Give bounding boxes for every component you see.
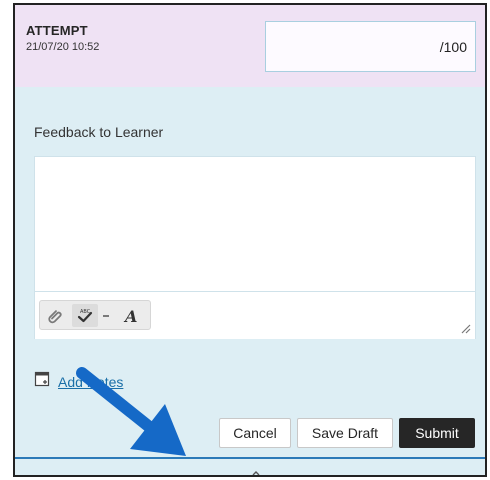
text-format-icon[interactable]: A [118,304,144,327]
editor-button-group: ABC A [39,300,151,330]
attempt-header: ATTEMPT 21/07/20 10:52 /100 [15,5,485,87]
grade-input[interactable]: /100 [265,21,476,72]
submit-button[interactable]: Submit [399,418,475,448]
feedback-editor: ABC A [34,156,476,339]
attempt-datetime: 21/07/20 10:52 [26,41,100,53]
attempt-title: ATTEMPT [26,23,88,38]
feedback-textarea[interactable] [35,157,475,292]
cancel-button[interactable]: Cancel [219,418,291,448]
add-notes-link[interactable]: Add Notes [58,374,123,390]
feedback-label: Feedback to Learner [34,124,164,140]
panel-collapse-bar[interactable] [15,459,485,475]
resize-handle-icon[interactable] [459,321,471,334]
add-notes[interactable]: Add Notes [34,371,123,392]
dropdown-caret-icon[interactable] [100,304,112,327]
chevron-up-icon[interactable] [251,464,261,475]
paperclip-icon[interactable] [44,304,68,327]
svg-text:A: A [123,307,137,325]
save-draft-button[interactable]: Save Draft [297,418,393,448]
editor-toolbar: ABC A [35,293,475,339]
grading-panel: ATTEMPT 21/07/20 10:52 /100 Feedback to … [13,3,487,477]
notes-icon [34,371,50,392]
spellcheck-icon[interactable]: ABC [72,304,98,327]
